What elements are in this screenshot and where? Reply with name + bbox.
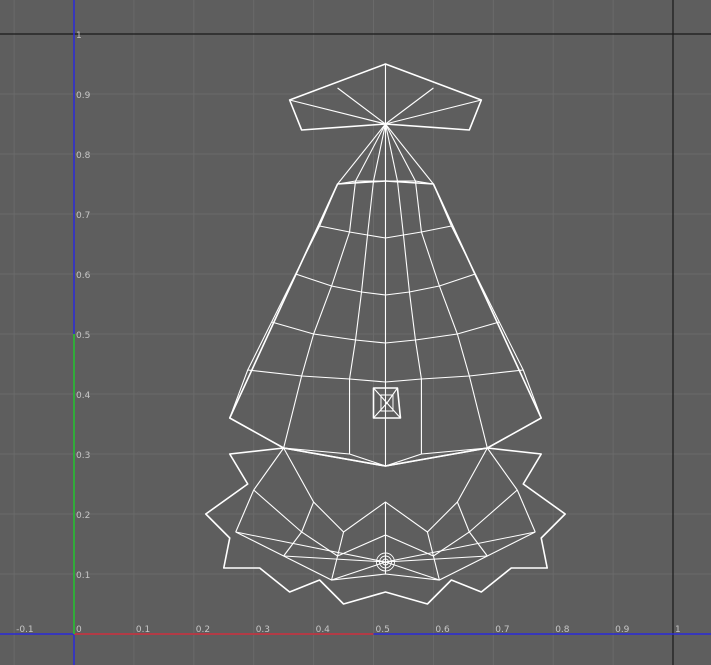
u-tick-label: -0.1 <box>16 625 34 635</box>
u-tick-label: 0 <box>76 625 82 635</box>
uv-edge[interactable] <box>337 87 386 125</box>
uv-edge[interactable] <box>372 123 387 182</box>
uv-edge-column[interactable] <box>414 180 488 449</box>
u-tick-label: 0.7 <box>495 625 509 635</box>
u-tick-label: 0.9 <box>615 625 630 635</box>
u-tick-label: 0.8 <box>555 625 570 635</box>
uv-shell-skirt-upper[interactable] <box>228 123 543 467</box>
uv-edge[interactable] <box>516 489 536 533</box>
uv-edge[interactable] <box>384 123 416 182</box>
u-tick-label: 0.6 <box>435 625 450 635</box>
v-tick-label: 0.9 <box>76 91 91 101</box>
v-tick-label: 0.8 <box>76 151 91 161</box>
u-tick-label: 0.4 <box>316 625 331 635</box>
uv-edge[interactable] <box>426 531 434 557</box>
v-tick-label: 0.3 <box>76 451 90 461</box>
v-tick-label: 0.4 <box>76 391 91 401</box>
u-tick-label: 0.2 <box>196 625 210 635</box>
uv-edge-column[interactable] <box>283 180 357 449</box>
uv-edge[interactable] <box>337 531 345 557</box>
uv-edge[interactable] <box>301 501 315 533</box>
uv-texture-editor[interactable]: -0.1 0 0.1 0.2 0.3 0.4 0.5 0.6 0.7 0.8 0.9 1 0.1 0.2 0… <box>0 0 711 665</box>
uv-edge[interactable] <box>355 123 386 182</box>
v-tick-label: 0.2 <box>76 511 90 521</box>
uv-edge[interactable] <box>384 123 398 182</box>
uv-edge[interactable] <box>385 87 434 125</box>
v-tick-label: 0.1 <box>76 571 90 581</box>
uv-shell-top-cap[interactable] <box>288 63 483 131</box>
uv-edge[interactable] <box>468 531 488 557</box>
uv-edge[interactable] <box>289 99 386 125</box>
u-tick-label: 0.5 <box>376 625 390 635</box>
uv-edge[interactable] <box>235 489 255 533</box>
uv-grid <box>0 0 711 665</box>
v-tick-label: 1 <box>76 31 82 41</box>
uv-edge[interactable] <box>331 555 339 581</box>
v-tick-label: 0.6 <box>76 271 91 281</box>
uv-edge[interactable] <box>456 501 470 533</box>
uv-edge-column[interactable] <box>396 180 422 454</box>
uv-edge-column[interactable] <box>348 180 375 454</box>
uv-edge[interactable] <box>283 531 303 557</box>
uv-viewport[interactable]: -0.1 0 0.1 0.2 0.3 0.4 0.5 0.6 0.7 0.8 0.9 1 0.1 0.2 0… <box>0 0 711 665</box>
uv-axes <box>0 0 711 665</box>
uv-tick-labels: -0.1 0 0.1 0.2 0.3 0.4 0.5 0.6 0.7 0.8 0.9 1 0.1 0.2 0… <box>16 31 681 635</box>
uv-edge[interactable] <box>432 555 440 581</box>
u-tick-label: 1 <box>675 625 681 635</box>
v-tick-label: 0.5 <box>76 331 90 341</box>
u-tick-label: 0.1 <box>136 625 150 635</box>
v-tick-label: 0.7 <box>76 211 90 221</box>
u-tick-label: 0.3 <box>256 625 270 635</box>
